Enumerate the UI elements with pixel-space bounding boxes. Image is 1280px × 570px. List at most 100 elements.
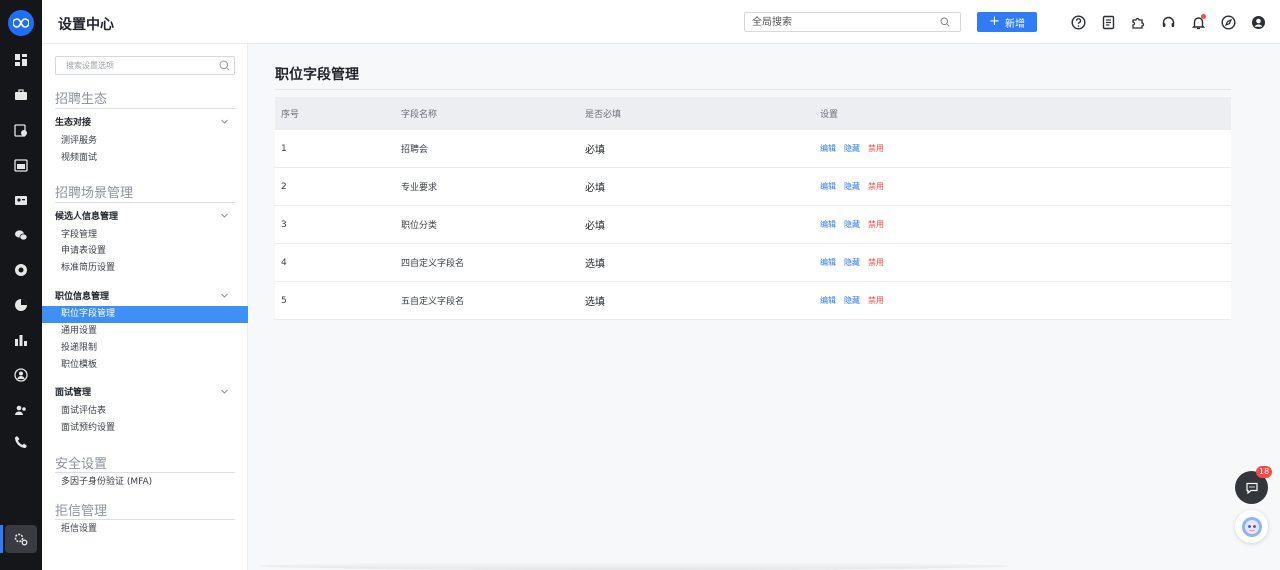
disable-link[interactable]: 禁用 (868, 181, 884, 192)
dashboard-icon[interactable] (11, 50, 31, 70)
edit-link[interactable]: 编辑 (820, 295, 836, 306)
app-rail (0, 0, 42, 570)
help-icon[interactable] (1070, 14, 1086, 30)
briefcase-icon[interactable] (11, 85, 31, 105)
edit-link[interactable]: 编辑 (820, 143, 836, 154)
chevron-down-icon (221, 389, 228, 394)
sidebar-item-video-interview[interactable]: 视频面试 (61, 152, 97, 164)
sidebar-item-rejection-settings[interactable]: 拒信设置 (61, 523, 97, 535)
chat-badge: 18 (1256, 466, 1273, 478)
sidebar-item-interview-booking[interactable]: 面试预约设置 (61, 422, 115, 434)
column-header: 是否必填 (585, 110, 622, 120)
sidebar-item-application-form[interactable]: 申请表设置 (61, 245, 106, 257)
row-number: 1 (281, 143, 287, 154)
row-actions: 编辑 隐藏 禁用 (820, 168, 884, 205)
sidebar-item-standard-resume[interactable]: 标准简历设置 (61, 262, 115, 274)
hide-link[interactable]: 隐藏 (844, 295, 860, 306)
headset-icon[interactable] (1160, 14, 1176, 30)
row-actions: 编辑 隐藏 禁用 (820, 282, 884, 319)
sidebar-item-field-management[interactable]: 字段管理 (61, 229, 97, 241)
settings-search-input[interactable] (56, 57, 206, 74)
document-icon[interactable] (1100, 14, 1116, 30)
row-number: 5 (281, 295, 287, 306)
edit-link[interactable]: 编辑 (820, 257, 836, 268)
column-header: 设置 (820, 110, 839, 120)
sidebar-item-job-field-management[interactable]: 职位字段管理 (42, 306, 248, 323)
job-calendar-icon[interactable] (11, 120, 31, 140)
plus-icon: + (989, 14, 1000, 29)
schedule-icon[interactable] (11, 155, 31, 175)
page-title: 职位字段管理 (275, 67, 359, 83)
settings-icon[interactable] (5, 525, 37, 553)
group-candidate-info[interactable]: 候选人信息管理 (55, 208, 235, 222)
chat-icon (1245, 482, 1258, 494)
field-name: 职位分类 (401, 221, 438, 231)
pie-chart-icon[interactable] (11, 295, 31, 315)
new-button-label: 新增 (1004, 18, 1025, 30)
global-search-input[interactable] (745, 13, 925, 31)
search-icon[interactable] (219, 60, 230, 71)
bell-icon[interactable] (1190, 14, 1206, 30)
column-header: 字段名称 (401, 110, 438, 120)
contact-card-icon[interactable] (11, 190, 31, 210)
disable-link[interactable]: 禁用 (868, 257, 884, 268)
settings-search[interactable] (55, 56, 235, 75)
table-row: 4 四自定义字段名 选填 编辑 隐藏 禁用 (275, 244, 1231, 282)
user-circle-icon[interactable] (11, 365, 31, 385)
group-job-info[interactable]: 职位信息管理 (55, 288, 235, 302)
disable-link[interactable]: 禁用 (868, 143, 884, 154)
row-number: 3 (281, 219, 287, 230)
table-row: 3 职位分类 必填 编辑 隐藏 禁用 (275, 206, 1231, 244)
row-actions: 编辑 隐藏 禁用 (820, 206, 884, 243)
top-header: 设置中心 + 新增 (42, 0, 1280, 44)
column-header: 序号 (281, 110, 300, 120)
profile-icon[interactable] (1250, 14, 1266, 30)
new-button[interactable]: + 新增 (977, 12, 1037, 32)
global-search[interactable] (744, 12, 961, 32)
required-status: 必填 (585, 183, 605, 194)
disable-link[interactable]: 禁用 (868, 295, 884, 306)
group-interview[interactable]: 面试管理 (55, 384, 235, 398)
hide-link[interactable]: 隐藏 (844, 143, 860, 154)
compass-icon[interactable] (1220, 14, 1236, 30)
disable-link[interactable]: 禁用 (868, 219, 884, 230)
team-icon[interactable] (11, 400, 31, 420)
required-status: 必填 (585, 145, 605, 156)
edit-link[interactable]: 编辑 (820, 219, 836, 230)
assistant-button[interactable] (1235, 510, 1268, 543)
section-divider (55, 108, 235, 109)
puzzle-icon[interactable] (1130, 14, 1146, 30)
settings-sidebar: 招聘生态 生态对接 测评服务 视频面试 招聘场景管理 候选人信息管理 字段管理 … (42, 44, 248, 570)
sidebar-item-interview-evaluation[interactable]: 面试评估表 (61, 405, 106, 417)
field-name: 五自定义字段名 (401, 297, 465, 307)
rail-active-indicator (0, 525, 3, 553)
sidebar-item-general-settings[interactable]: 通用设置 (61, 325, 97, 337)
sidebar-item-job-template[interactable]: 职位模板 (61, 359, 97, 371)
robot-icon (1241, 516, 1262, 537)
chevron-down-icon (221, 119, 228, 124)
notification-dot (1201, 14, 1206, 19)
bottom-scroll-shadow (260, 562, 1010, 570)
sidebar-item-delivery-limit[interactable]: 投递限制 (61, 342, 97, 354)
row-number: 2 (281, 181, 287, 192)
bar-chart-icon[interactable] (11, 330, 31, 350)
app-logo-icon[interactable] (8, 10, 34, 36)
hide-link[interactable]: 隐藏 (844, 219, 860, 230)
group-ecosystem[interactable]: 生态对接 (55, 114, 235, 128)
edit-link[interactable]: 编辑 (820, 181, 836, 192)
record-icon[interactable] (11, 260, 31, 280)
sidebar-item-assessment[interactable]: 测评服务 (61, 135, 97, 147)
wechat-icon[interactable] (11, 225, 31, 245)
search-icon[interactable] (940, 17, 950, 27)
hide-link[interactable]: 隐藏 (844, 257, 860, 268)
section-title: 拒信管理 (55, 504, 108, 519)
section-divider (55, 519, 235, 520)
hide-link[interactable]: 隐藏 (844, 181, 860, 192)
table-row: 1 招聘会 必填 编辑 隐藏 禁用 (275, 130, 1231, 168)
phone-icon[interactable] (11, 432, 31, 452)
chevron-down-icon (221, 293, 228, 298)
section-title: 招聘生态 (55, 92, 108, 107)
sidebar-item-mfa[interactable]: 多因子身份验证 (MFA) (61, 476, 152, 488)
section-title: 安全设置 (55, 457, 108, 472)
field-name: 专业要求 (401, 183, 438, 193)
